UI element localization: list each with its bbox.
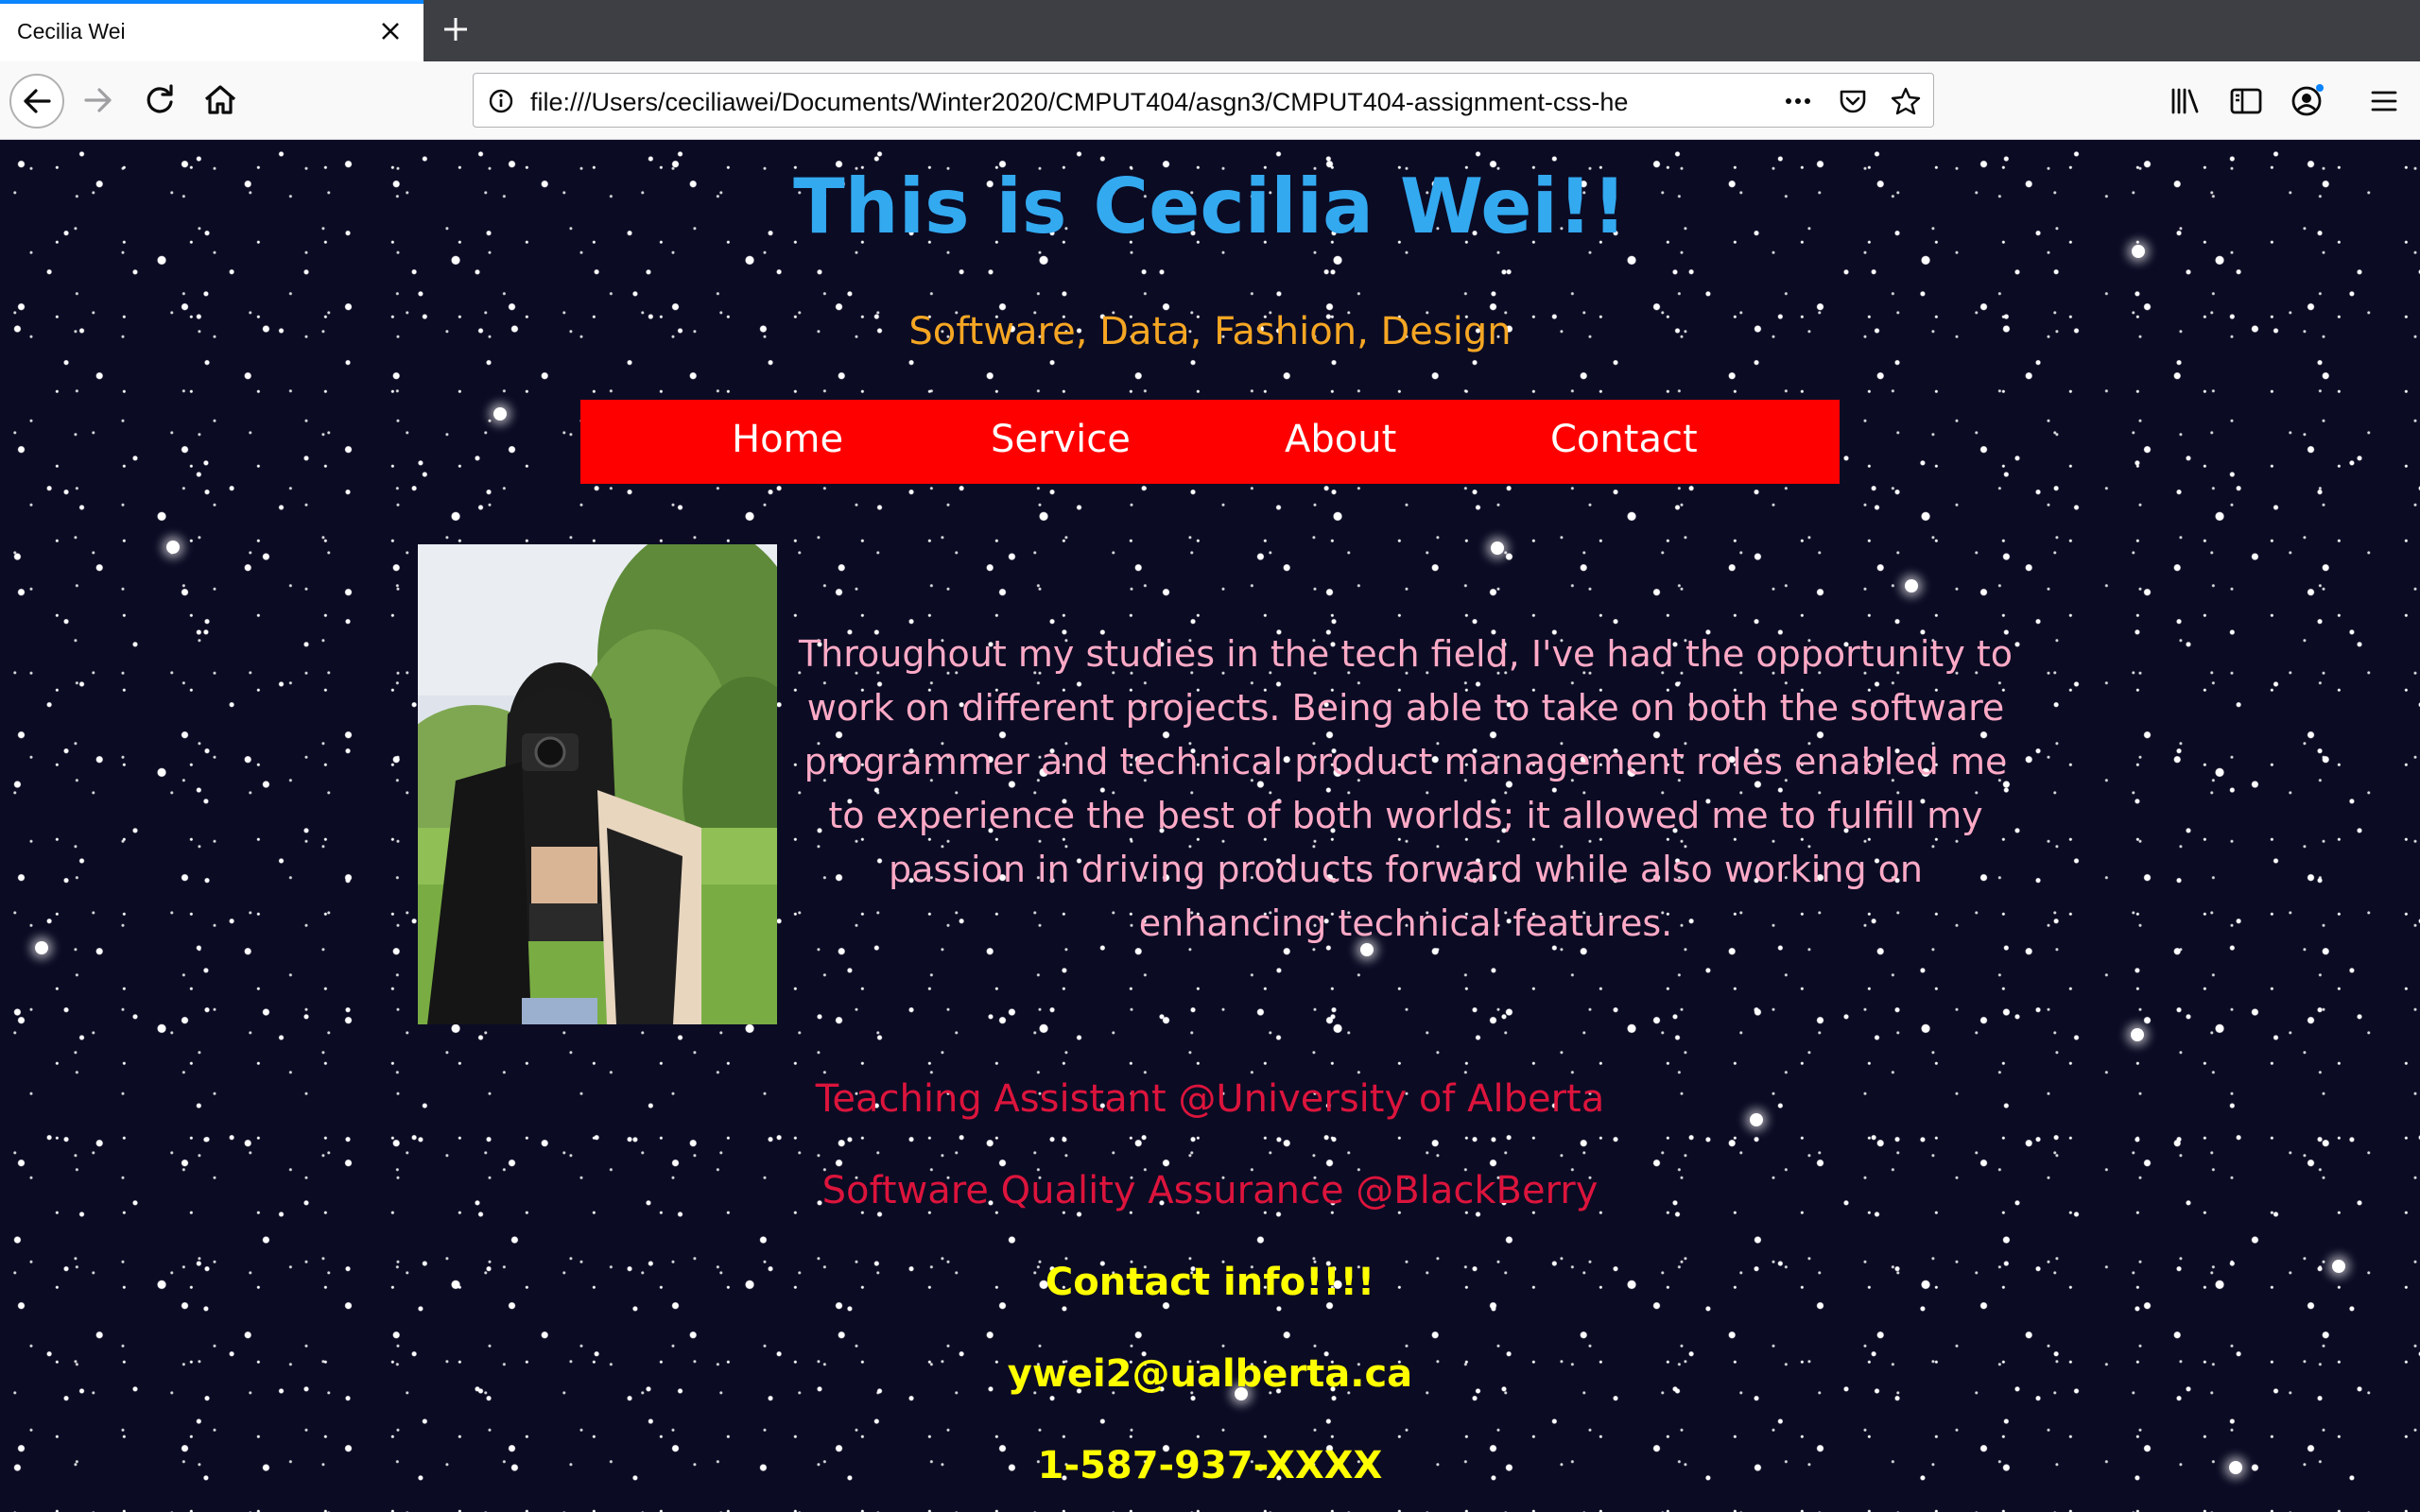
contact-heading: Contact info!!!! <box>1045 1261 1375 1304</box>
contact-email[interactable]: ywei2@ualberta.ca <box>0 1352 2420 1396</box>
nav-home-link[interactable]: Home <box>732 418 843 461</box>
navigation-toolbar: file:///Users/ceciliawei/Documents/Winte… <box>0 61 2420 140</box>
star <box>493 407 507 421</box>
page-subtitle: Software, Data, Fashion, Design <box>908 310 1512 353</box>
close-icon[interactable] <box>376 17 405 45</box>
page-viewport: This is Cecilia Wei!! Software, Data, Fa… <box>0 140 2420 1512</box>
account-icon[interactable] <box>2288 82 2325 120</box>
about-paragraph: Throughout my studies in the tech field,… <box>798 633 2014 944</box>
bookmark-star-icon[interactable] <box>1890 85 1922 117</box>
more-icon[interactable] <box>1782 85 1814 117</box>
sidebar-icon[interactable] <box>2227 82 2265 120</box>
pocket-icon[interactable] <box>1837 85 1869 117</box>
page-title: This is Cecilia Wei!! <box>793 163 1627 250</box>
nav-about-link[interactable]: About <box>1285 418 1396 461</box>
forward-icon[interactable] <box>74 75 127 128</box>
nav-contact-link[interactable]: Contact <box>1550 418 1698 461</box>
info-icon[interactable] <box>485 85 517 117</box>
experience-item: Software Quality Assurance @BlackBerry <box>821 1169 1599 1212</box>
experience-item: Teaching Assistant @University of Albert… <box>815 1077 1605 1121</box>
browser-tab[interactable]: Cecilia Wei <box>0 0 424 61</box>
url-text[interactable]: file:///Users/ceciliawei/Documents/Winte… <box>530 88 1721 117</box>
star <box>35 941 48 954</box>
star <box>1491 541 1504 555</box>
star <box>2131 1028 2144 1041</box>
profile-photo <box>418 544 777 1024</box>
tab-strip: Cecilia Wei <box>0 0 2420 61</box>
reload-icon[interactable] <box>134 75 187 128</box>
library-icon[interactable] <box>2167 82 2204 120</box>
menu-icon[interactable] <box>2365 82 2403 120</box>
star <box>1905 579 1918 593</box>
nav-service-link[interactable]: Service <box>991 418 1131 461</box>
contact-phone: 1-587-937-XXXX <box>1037 1444 1383 1487</box>
address-bar[interactable]: file:///Users/ceciliawei/Documents/Winte… <box>473 73 1934 128</box>
plus-icon[interactable] <box>440 13 472 45</box>
tab-title: Cecilia Wei <box>17 19 126 43</box>
home-icon[interactable] <box>195 75 248 128</box>
star <box>166 541 180 554</box>
main-nav: Home Service About Contact <box>580 400 1840 484</box>
back-icon[interactable] <box>9 74 64 129</box>
